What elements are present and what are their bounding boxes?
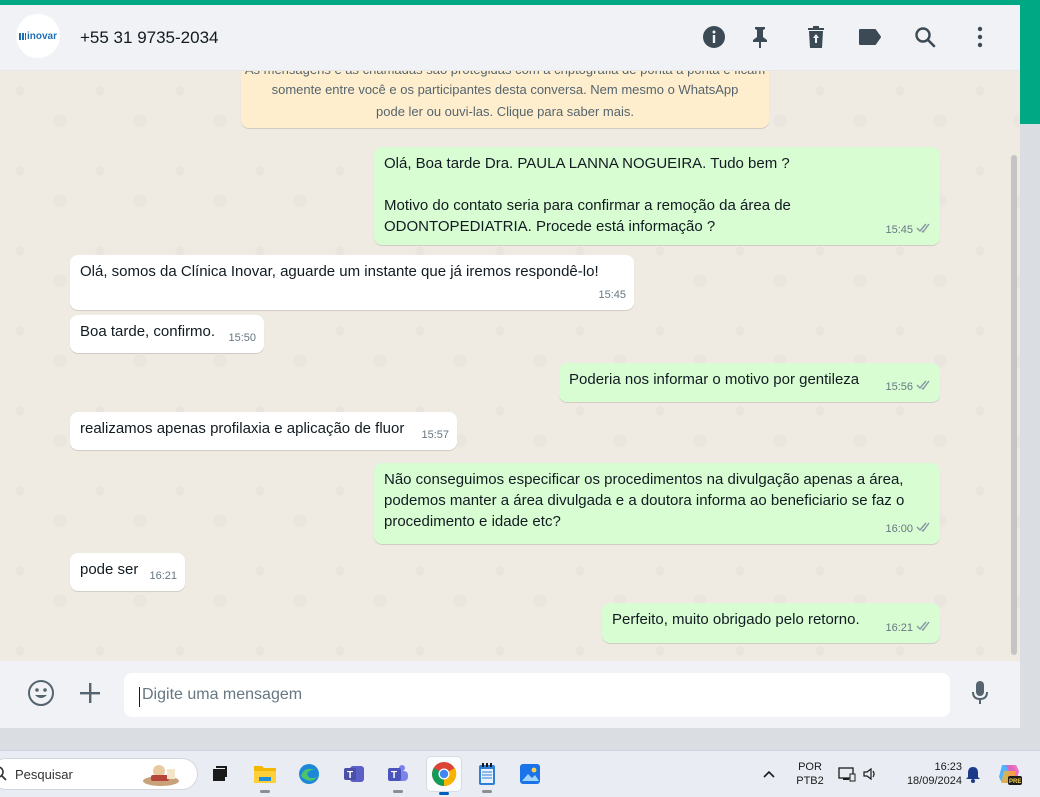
encryption-notice-line: pode ler ou ouvi-las. Clique para saber … [376, 104, 634, 119]
contact-avatar[interactable]: inovar [16, 14, 60, 58]
teams-classic-icon[interactable]: T [340, 760, 368, 788]
message-text: Não conseguimos especificar os procedime… [384, 471, 905, 530]
active-indicator [439, 792, 449, 795]
volume-icon[interactable] [860, 760, 882, 788]
copilot-icon[interactable]: PRE [994, 760, 1024, 788]
file-explorer-icon[interactable] [251, 760, 279, 793]
running-indicator [260, 790, 270, 793]
encryption-notice[interactable]: As mensagens e as chamadas são protegida… [241, 71, 769, 128]
notification-bell-icon[interactable] [962, 760, 984, 788]
chat-scrollbar[interactable] [1011, 155, 1017, 655]
message-bubble-outgoing[interactable]: Olá, Boa tarde Dra. PAULA LANNA NOGUEIRA… [374, 147, 940, 245]
message-time: 15:56 [885, 381, 913, 393]
taskbar-search-placeholder: Pesquisar [15, 767, 73, 782]
keyboard-layout: PTB2 [796, 775, 824, 787]
task-view-icon[interactable] [206, 760, 234, 788]
double-check-icon [916, 220, 932, 241]
microphone-icon[interactable] [964, 677, 996, 709]
logo-grid-icon [18, 32, 26, 40]
message-time: 16:21 [149, 570, 177, 582]
message-text: Poderia nos informar o motivo por gentil… [569, 371, 860, 388]
text-caret [139, 687, 140, 707]
search-icon[interactable] [911, 23, 939, 51]
svg-text:T: T [347, 770, 353, 781]
taskbar-search-box[interactable]: Pesquisar [0, 758, 198, 790]
message-bubble-incoming[interactable]: pode ser 16:21 [70, 553, 185, 591]
running-indicator [482, 790, 492, 793]
message-bubble-incoming[interactable]: Olá, somos da Clínica Inovar, aguarde um… [70, 255, 634, 310]
pin-icon[interactable] [746, 23, 774, 51]
message-time: 16:21 [885, 622, 913, 634]
message-text: Perfeito, muito obrigado pelo retorno. [612, 611, 860, 628]
input-language-indicator[interactable]: POR PTB2 [790, 760, 830, 788]
background-window-edge [1020, 5, 1040, 124]
message-time: 15:50 [228, 332, 256, 344]
photos-icon[interactable] [516, 760, 544, 788]
message-list[interactable]: As mensagens e as chamadas são protegida… [0, 71, 1020, 661]
double-check-icon [916, 618, 932, 639]
notepad-icon[interactable] [473, 760, 501, 793]
info-icon[interactable] [700, 23, 728, 51]
encryption-notice-line: somente entre você e os participantes de… [271, 82, 739, 97]
message-bubble-incoming[interactable]: Boa tarde, confirmo. 15:50 [70, 315, 264, 353]
message-text: Boa tarde, confirmo. [80, 323, 216, 340]
inovar-logo: inovar [18, 30, 57, 42]
clock-date: 18/09/2024 [906, 775, 962, 787]
message-text: realizamos apenas profilaxia e aplicação… [80, 420, 405, 437]
clock-time: 16:23 [934, 761, 962, 773]
chrome-browser-icon[interactable] [427, 757, 461, 795]
windows-taskbar: Pesquisar T T POR PTB2 16:23 18/09/2024 … [0, 750, 1040, 797]
message-time: 15:45 [598, 289, 626, 301]
network-icon[interactable] [836, 760, 858, 788]
svg-text:T: T [391, 770, 397, 781]
language-code: POR [798, 761, 822, 773]
message-bubble-outgoing[interactable]: Perfeito, muito obrigado pelo retorno. 1… [602, 603, 940, 643]
chat-header: inovar +55 31 9735-2034 [0, 5, 1020, 71]
logo-text: inovar [26, 30, 57, 42]
edge-browser-icon[interactable] [295, 760, 323, 788]
menu-icon[interactable] [966, 23, 994, 51]
message-bubble-outgoing[interactable]: Poderia nos informar o motivo por gentil… [559, 363, 940, 402]
composer-bar [0, 661, 1020, 728]
search-icon [0, 765, 9, 788]
message-time: 16:00 [885, 523, 913, 535]
message-text: Olá, Boa tarde Dra. PAULA LANNA NOGUEIRA… [384, 155, 791, 235]
attach-plus-icon[interactable] [74, 677, 106, 709]
message-text: Olá, somos da Clínica Inovar, aguarde um… [80, 263, 599, 280]
svg-text:PRE: PRE [1009, 779, 1021, 785]
search-highlight-illustration-icon [141, 761, 181, 787]
message-text: pode ser [80, 561, 139, 578]
double-check-icon [916, 519, 932, 540]
emoji-icon[interactable] [25, 677, 57, 709]
message-time: 15:45 [885, 224, 913, 236]
clock[interactable]: 16:23 18/09/2024 [892, 760, 962, 788]
message-bubble-incoming[interactable]: realizamos apenas profilaxia e aplicação… [70, 412, 457, 450]
teams-icon[interactable]: T [384, 760, 412, 793]
contact-name[interactable]: +55 31 9735-2034 [80, 28, 219, 48]
delete-icon[interactable] [802, 23, 830, 51]
message-bubble-outgoing[interactable]: Não conseguimos especificar os procedime… [374, 463, 940, 544]
show-hidden-icons-chevron-icon[interactable] [758, 760, 780, 788]
running-indicator [393, 790, 403, 793]
message-input[interactable] [124, 673, 950, 717]
message-time: 15:57 [421, 429, 449, 441]
label-icon[interactable] [856, 23, 884, 51]
whatsapp-window: inovar +55 31 9735-2034 As mensagens e a… [0, 5, 1020, 728]
double-check-icon [916, 377, 932, 398]
